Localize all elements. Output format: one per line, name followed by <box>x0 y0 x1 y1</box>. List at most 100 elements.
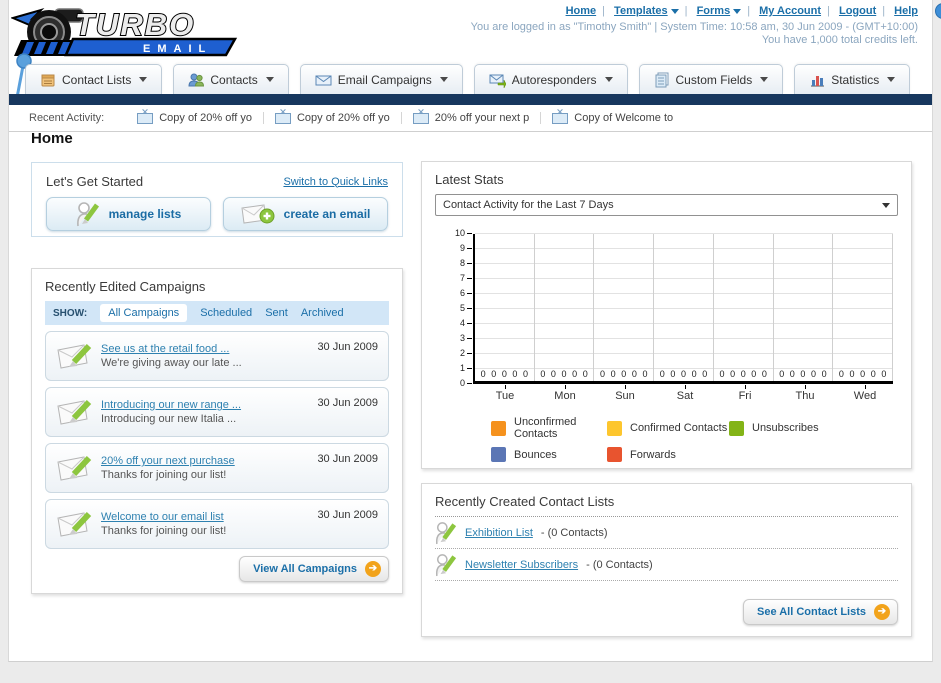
data-value-label: 0 <box>491 369 497 379</box>
nav-link-help[interactable]: Help <box>894 5 918 17</box>
credits-status-text: You have 1,000 total credits left. <box>761 34 918 46</box>
nav-link-label: Forms <box>696 5 731 17</box>
campaign-date: 30 Jun 2009 <box>317 341 378 353</box>
campaign-row[interactable]: See us at the retail food ... We're givi… <box>45 331 389 381</box>
nav-link-home[interactable]: Home <box>566 5 597 17</box>
chevron-down-icon <box>604 77 613 82</box>
campaign-title-link[interactable]: Introducing our new range ... <box>101 398 308 412</box>
campaign-title-link[interactable]: See us at the retail food ... <box>101 342 308 356</box>
value-label-row: 00000 <box>833 369 892 379</box>
y-tick-label: 5 <box>459 303 473 313</box>
contact-list-row[interactable]: Newsletter Subscribers - (0 Contacts) <box>435 549 898 581</box>
campaign-row[interactable]: Welcome to our email list Thanks for joi… <box>45 499 389 549</box>
recent-activity-item-label: Copy of 20% off yo <box>159 112 252 124</box>
filter-archived[interactable]: Archived <box>301 307 344 319</box>
contact-list-link[interactable]: Exhibition List <box>465 527 533 539</box>
tab-contact-lists[interactable]: Contact Lists <box>25 64 163 94</box>
campaign-title-link[interactable]: 20% off your next purchase <box>101 454 308 468</box>
data-value-label: 0 <box>659 369 665 379</box>
x-tick-label: Thu <box>775 385 835 402</box>
recent-activity-label: Recent Activity: <box>29 112 105 124</box>
nav-link-label: Help <box>894 5 918 17</box>
navy-divider-bar <box>9 94 932 105</box>
tab-email-campaigns[interactable]: Email Campaigns <box>299 64 463 94</box>
tab-custom-fields[interactable]: Custom Fields <box>638 64 784 94</box>
stats-report-select[interactable]: Contact Activity for the Last 7 Days <box>435 194 898 216</box>
nav-link-label: Logout <box>838 5 877 17</box>
value-label-row: 00000 <box>774 369 833 379</box>
custom-fields-icon <box>655 72 669 87</box>
tab-statistics[interactable]: Statistics <box>794 64 911 94</box>
data-value-label: 0 <box>540 369 546 379</box>
manage-lists-button[interactable]: manage lists <box>46 197 211 231</box>
data-value-label: 0 <box>740 369 746 379</box>
nav-link-templates[interactable]: Templates <box>614 5 679 17</box>
help-balloon-icon[interactable] <box>935 3 941 19</box>
recent-activity-item[interactable]: Copy of 20% off yo <box>262 112 401 124</box>
session-status: You are logged in as "Timothy Smith" | S… <box>471 21 918 47</box>
contact-list-row[interactable]: Exhibition List - (0 Contacts) <box>435 517 898 549</box>
data-value-label: 0 <box>480 369 486 379</box>
nav-link-my-account[interactable]: My Account <box>759 5 821 17</box>
data-value-label: 0 <box>512 369 518 379</box>
nav-link-logout[interactable]: Logout <box>839 5 876 17</box>
filter-scheduled[interactable]: Scheduled <box>200 307 252 319</box>
campaign-title-link[interactable]: Welcome to our email list <box>101 510 308 524</box>
envelope-icon <box>552 112 569 124</box>
recent-activity-item[interactable]: Copy of Welcome to <box>540 112 684 124</box>
value-label-row: 00000 <box>535 369 594 379</box>
turbo-email-logo-graphic: TURBO EMAIL <box>10 6 238 57</box>
tab-label: Email Campaigns <box>337 72 432 87</box>
value-label-row: 00000 <box>654 369 713 379</box>
tab-label: Contacts <box>210 72 258 87</box>
page-title: Home <box>31 130 73 147</box>
legend-label: Forwards <box>630 448 676 461</box>
login-status-text: You are logged in as "Timothy Smith" | S… <box>470 21 918 33</box>
contact-lists-icon <box>41 74 55 86</box>
email-campaigns-icon <box>315 75 332 85</box>
create-email-button[interactable]: create an email <box>223 197 388 231</box>
recent-activity-item[interactable]: 20% off your next p <box>400 112 541 124</box>
campaign-subtitle: We're giving away our late ... <box>101 357 242 369</box>
stats-select-value: Contact Activity for the Last 7 Days <box>443 199 614 211</box>
data-value-label: 0 <box>881 369 887 379</box>
legend-label: Confirmed Contacts <box>630 422 728 434</box>
view-all-campaigns-button[interactable]: View All Campaigns ➔ <box>239 556 389 582</box>
data-value-label: 0 <box>849 369 855 379</box>
arrow-right-icon: ➔ <box>365 561 381 577</box>
campaign-subtitle: Thanks for joining our list! <box>101 525 227 537</box>
y-tick-label: 7 <box>459 273 473 283</box>
campaign-date: 30 Jun 2009 <box>317 509 378 521</box>
see-all-contact-lists-button[interactable]: See All Contact Lists ➔ <box>742 599 898 625</box>
filter-sent[interactable]: Sent <box>265 307 288 319</box>
recently-created-contact-lists-panel: Recently Created Contact Lists Exhibitio… <box>421 483 912 637</box>
filter-all-campaigns[interactable]: All Campaigns <box>100 304 188 322</box>
legend-label: Unconfirmed Contacts <box>514 416 577 440</box>
data-value-label: 0 <box>719 369 725 379</box>
app-logo[interactable]: TURBO EMAIL <box>10 2 243 65</box>
campaign-row[interactable]: Introducing our new range ... Introducin… <box>45 387 389 437</box>
data-value-label: 0 <box>779 369 785 379</box>
statistics-icon <box>811 75 825 86</box>
data-value-label: 0 <box>621 369 627 379</box>
divider <box>679 5 694 17</box>
switch-quick-links-link[interactable]: Switch to Quick Links <box>283 176 388 188</box>
person-pencil-icon <box>76 202 99 227</box>
data-value-label: 0 <box>821 369 827 379</box>
contact-list-link[interactable]: Newsletter Subscribers <box>465 559 578 571</box>
data-value-label: 0 <box>610 369 616 379</box>
chart-y-axis: 0 1 2 3 4 5 6 7 8 9 10 <box>445 228 473 388</box>
campaign-row[interactable]: 20% off your next purchase Thanks for jo… <box>45 443 389 493</box>
data-value-label: 0 <box>860 369 866 379</box>
data-value-label: 0 <box>600 369 606 379</box>
data-value-label: 0 <box>870 369 876 379</box>
data-value-label: 0 <box>730 369 736 379</box>
tab-autoresponders[interactable]: Autoresponders <box>473 64 628 94</box>
nav-link-forms[interactable]: Forms <box>697 5 742 17</box>
envelope-pencil-icon <box>57 399 92 425</box>
stats-panel-title: Latest Stats <box>435 172 504 187</box>
tab-contacts[interactable]: Contacts <box>173 64 289 94</box>
recent-activity-item-label: 20% off your next p <box>434 112 530 124</box>
x-tick-label: Sun <box>595 385 655 402</box>
recent-activity-item[interactable]: Copy of 20% off yo <box>126 112 263 124</box>
